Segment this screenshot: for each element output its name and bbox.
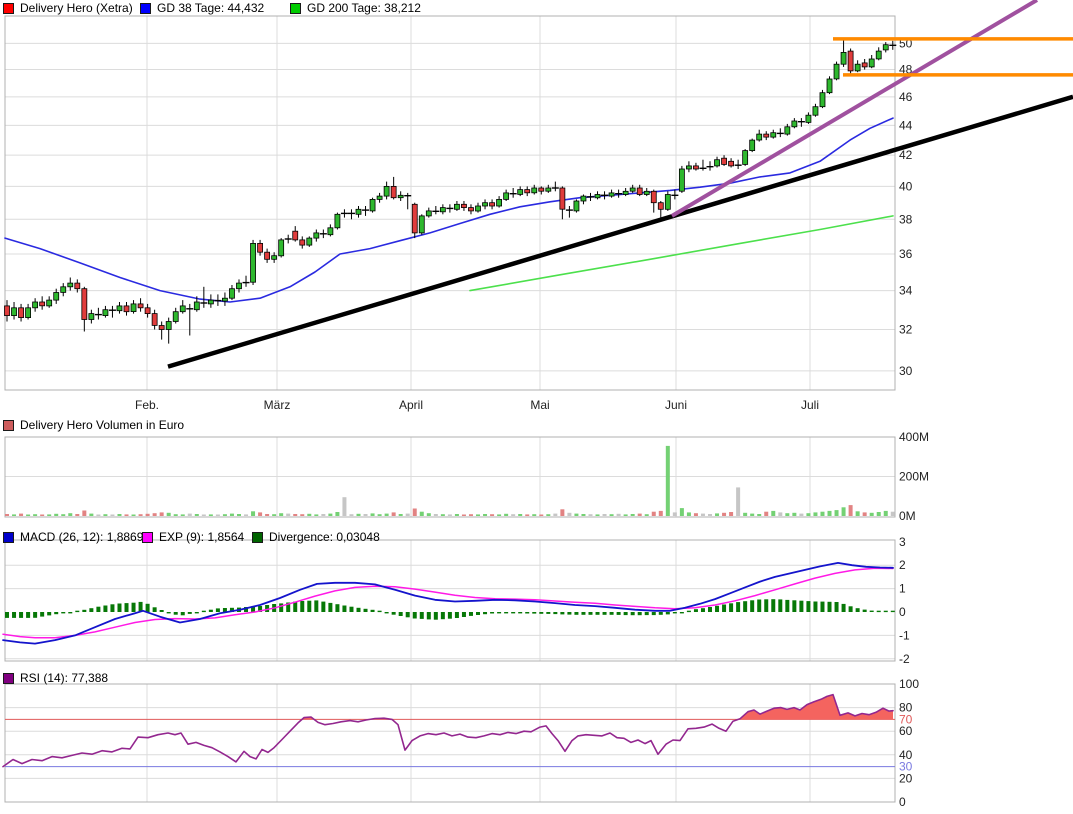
month-axis-tick: März [264, 398, 291, 412]
macd-label: MACD (26, 12): 1,8869 [20, 530, 143, 544]
rsi-axis-tick: 20 [899, 771, 913, 785]
chart-canvas: 5048464442403836343230Feb.MärzAprilMaiJu… [0, 0, 1073, 814]
legend-rsi: RSI (14): 77,388 [3, 671, 108, 685]
macd-panel: 3 2 1 0 -1 -2 [3, 535, 910, 666]
price-panel: 5048464442403836343230Feb.MärzAprilMaiJu… [5, 0, 1073, 412]
rsi-swatch-icon [3, 673, 14, 684]
legend-volume: Delivery Hero Volumen in Euro [3, 418, 184, 432]
price-axis-tick: 44 [899, 118, 913, 132]
rsi-axis-tick: 60 [899, 724, 913, 738]
price-axis-tick: 38 [899, 212, 913, 226]
price-axis-tick: 30 [899, 364, 913, 378]
support-trendline[interactable] [168, 97, 1073, 367]
macd-axis-tick: -2 [899, 652, 910, 666]
price-axis-tick: 46 [899, 90, 913, 104]
price-axis-tick: 36 [899, 247, 913, 261]
volume-swatch-icon [3, 420, 14, 431]
exp-swatch-icon [142, 532, 153, 543]
month-axis-tick: April [399, 398, 423, 412]
month-axis-tick: Juni [665, 398, 687, 412]
steep-trendline[interactable] [672, 0, 1037, 216]
rsi-axis-tick: 0 [899, 795, 906, 809]
price-axis-tick: 40 [899, 179, 913, 193]
volume-axis-tick: 200M [899, 470, 929, 484]
divergence-label: Divergence: 0,03048 [269, 530, 380, 544]
rsi-axis-tick: 100 [899, 677, 919, 691]
divergence-swatch-icon [252, 532, 263, 543]
macd-swatch-icon [3, 532, 14, 543]
price-series-label: Delivery Hero (Xetra) [20, 1, 133, 15]
volume-label: Delivery Hero Volumen in Euro [20, 418, 184, 432]
chart-page: { "title": "Delivery Hero (Xetra) Charta… [0, 0, 1073, 814]
price-series-swatch-icon [3, 3, 14, 14]
legend-divergence: Divergence: 0,03048 [252, 530, 380, 544]
rsi-label: RSI (14): 77,388 [20, 671, 108, 685]
price-axis-tick: 32 [899, 322, 913, 336]
legend-macd: MACD (26, 12): 1,8869 [3, 530, 143, 544]
legend-exp: EXP (9): 1,8564 [142, 530, 244, 544]
macd-axis-tick: 0 [899, 605, 906, 619]
rsi-panel: 1008070604030200 [3, 677, 919, 809]
gd38-label: GD 38 Tage: 44,432 [157, 1, 264, 15]
month-axis-tick: Juli [801, 398, 819, 412]
month-axis-tick: Mai [530, 398, 549, 412]
volume-panel: 400M 200M 0M [5, 430, 929, 523]
macd-axis-tick: 2 [899, 558, 906, 572]
macd-axis-tick: -1 [899, 628, 910, 642]
macd-axis-tick: 1 [899, 582, 906, 596]
price-axis-tick: 34 [899, 284, 913, 298]
volume-axis-tick: 400M [899, 430, 929, 444]
legend-price-series: Delivery Hero (Xetra) [3, 1, 133, 15]
macd-axis-tick: 3 [899, 535, 906, 549]
gd200-label: GD 200 Tage: 38,212 [307, 1, 421, 15]
exp-label: EXP (9): 1,8564 [159, 530, 244, 544]
legend-gd200: GD 200 Tage: 38,212 [290, 1, 421, 15]
month-axis-tick: Feb. [135, 398, 159, 412]
gd200-swatch-icon [290, 3, 301, 14]
volume-axis-tick: 0M [899, 509, 916, 523]
gd38-swatch-icon [140, 3, 151, 14]
legend-gd38: GD 38 Tage: 44,432 [140, 1, 264, 15]
